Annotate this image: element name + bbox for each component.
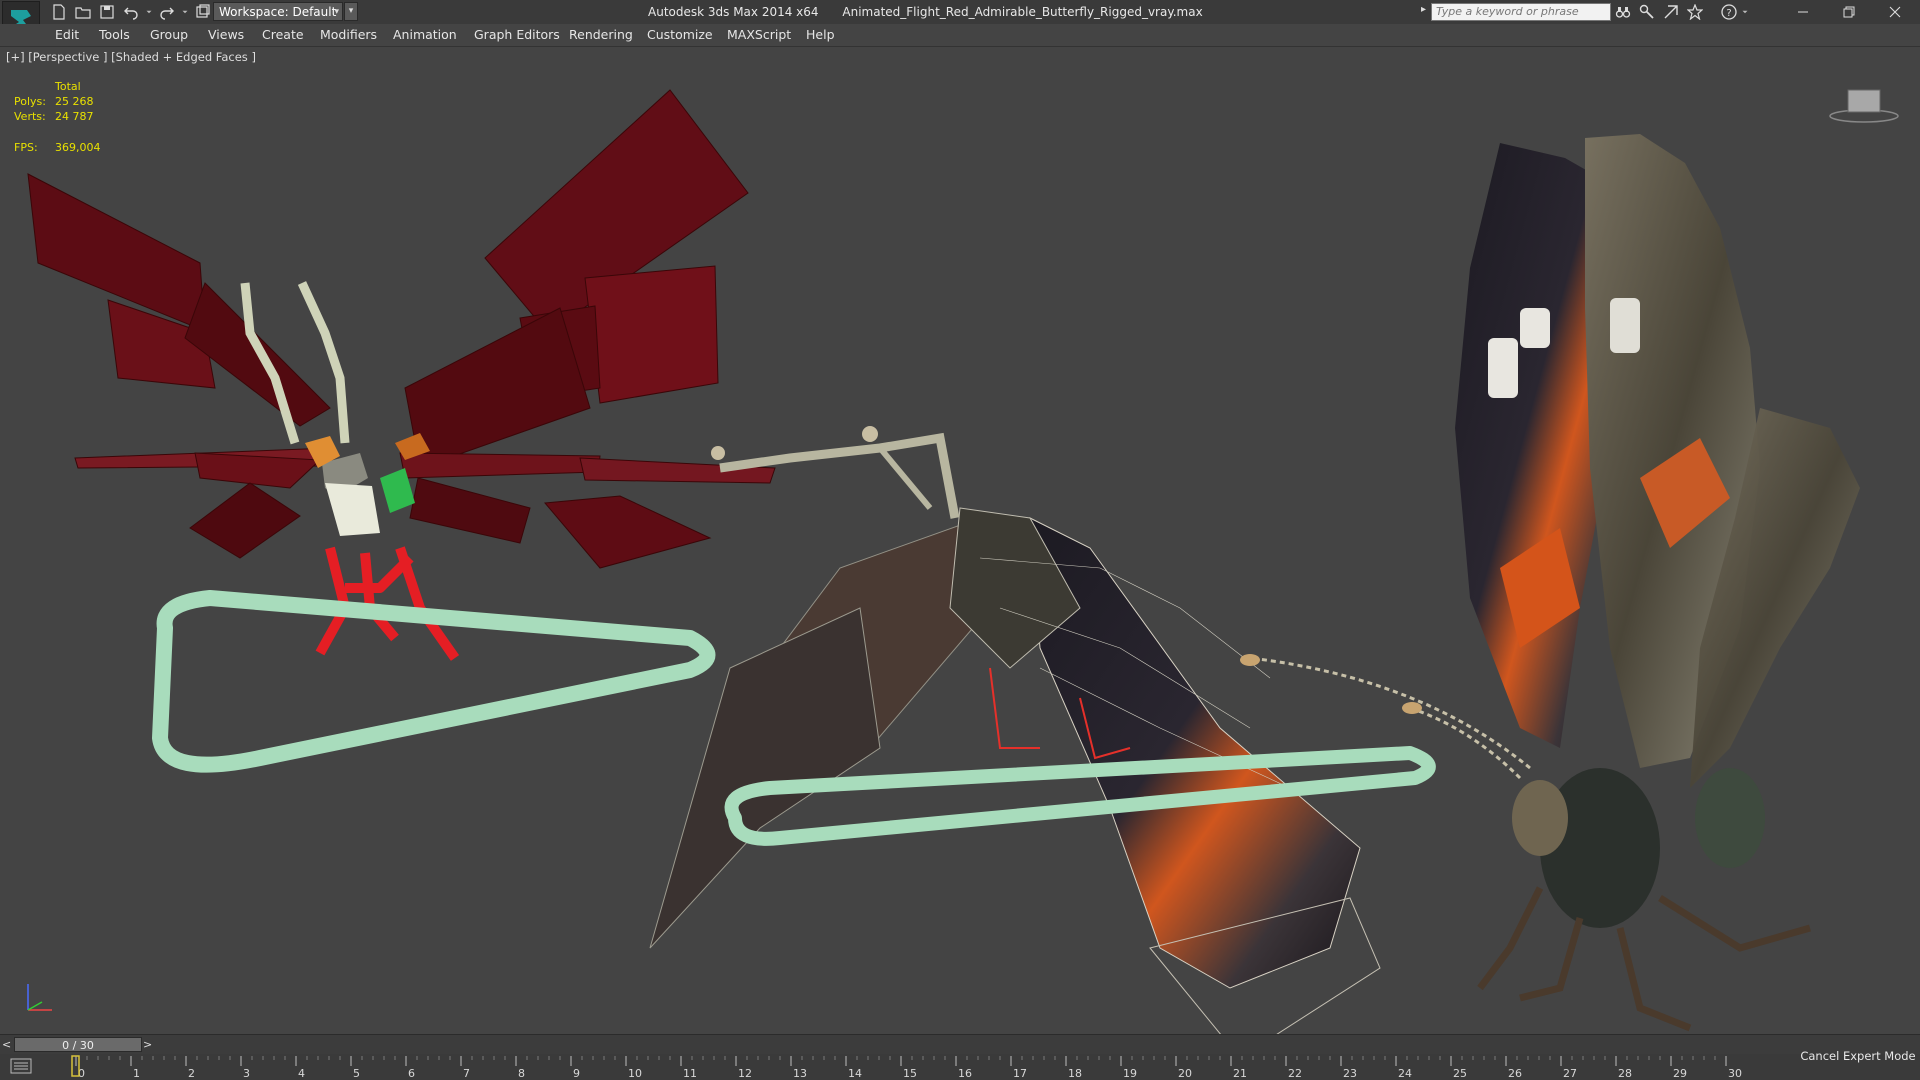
- viewport-label[interactable]: [+] [Perspective ] [Shaded + Edged Faces…: [6, 50, 256, 64]
- search-input[interactable]: Type a keyword or phrase: [1431, 3, 1611, 21]
- search-toggle-icon[interactable]: ▸: [1421, 4, 1426, 15]
- search-placeholder: Type a keyword or phrase: [1436, 5, 1579, 18]
- time-next-button[interactable]: >: [143, 1038, 152, 1051]
- menu-edit[interactable]: Edit: [55, 27, 79, 43]
- window-title: Autodesk 3ds Max 2014 x64 Animated_Fligh…: [560, 0, 1260, 24]
- track-tick-label: 18: [1068, 1067, 1082, 1080]
- viewcube-icon[interactable]: [1828, 86, 1900, 126]
- menu-modifiers[interactable]: Modifiers: [320, 27, 377, 43]
- project-folder-icon[interactable]: [192, 2, 214, 22]
- menu-customize[interactable]: Customize: [647, 27, 713, 43]
- menu-tools[interactable]: Tools: [99, 27, 130, 43]
- track-tick-label: 7: [463, 1067, 470, 1080]
- verts-label: Verts:: [14, 110, 46, 123]
- polys-label: Polys:: [14, 95, 46, 108]
- menu-views[interactable]: Views: [208, 27, 244, 43]
- time-slider-bar: < 0 / 30 >: [0, 1034, 1920, 1055]
- track-tick-label: 20: [1178, 1067, 1192, 1080]
- menu-rendering[interactable]: Rendering: [569, 27, 633, 43]
- binoculars-icon[interactable]: [1614, 3, 1632, 21]
- track-tick-label: 30: [1728, 1067, 1742, 1080]
- cancel-expert-mode-button[interactable]: Cancel Expert Mode: [1800, 1044, 1916, 1068]
- track-tick-label: 8: [518, 1067, 525, 1080]
- svg-text:?: ?: [1726, 8, 1731, 19]
- undo-icon[interactable]: [120, 2, 142, 22]
- track-tick-label: 9: [573, 1067, 580, 1080]
- app-title: Autodesk 3ds Max 2014 x64: [648, 5, 819, 19]
- track-tick-label: 5: [353, 1067, 360, 1080]
- favorite-star-icon[interactable]: [1686, 3, 1704, 21]
- chevron-down-icon: ▾: [334, 7, 339, 17]
- time-prev-button[interactable]: <: [2, 1038, 11, 1051]
- open-folder-icon[interactable]: [72, 2, 94, 22]
- time-slider-value: 0 / 30: [62, 1039, 94, 1052]
- track-tick-label: 16: [958, 1067, 972, 1080]
- track-tick-label: 17: [1013, 1067, 1027, 1080]
- exchange-icon[interactable]: [1662, 3, 1680, 21]
- close-icon[interactable]: [1872, 0, 1918, 24]
- wireframe-butterfly-model[interactable]: [649, 426, 1436, 1034]
- fps-label: FPS:: [14, 141, 38, 154]
- menu-create[interactable]: Create: [262, 27, 304, 43]
- track-tick-label: 11: [683, 1067, 697, 1080]
- track-tick-label: 28: [1618, 1067, 1632, 1080]
- track-tick-label: 21: [1233, 1067, 1247, 1080]
- track-tick-label: 4: [298, 1067, 305, 1080]
- menu-animation[interactable]: Animation: [393, 27, 457, 43]
- help-icon[interactable]: ?: [1720, 3, 1738, 21]
- track-tick-label: 13: [793, 1067, 807, 1080]
- verts-value: 24 787: [55, 110, 94, 123]
- menu-graph-editors[interactable]: Graph Editors: [474, 27, 560, 43]
- track-tick-label: 6: [408, 1067, 415, 1080]
- help-dropdown-icon[interactable]: [1740, 3, 1750, 21]
- quick-access-toolbar: [48, 2, 214, 22]
- redo-icon[interactable]: [156, 2, 178, 22]
- track-tick-label: 2: [188, 1067, 195, 1080]
- menu-bar: Edit Tools Group Views Create Modifiers …: [0, 24, 1920, 47]
- rig-butterfly-model[interactable]: [27, 89, 776, 773]
- track-tick-label: 15: [903, 1067, 917, 1080]
- app-window: Workspace: Default ▾ ▾ Autodesk 3ds Max …: [0, 0, 1920, 1080]
- viewport-scene: [27, 89, 1860, 1034]
- title-bar: Workspace: Default ▾ ▾ Autodesk 3ds Max …: [0, 0, 1920, 39]
- menu-group[interactable]: Group: [150, 27, 188, 43]
- workspace-label: Workspace: Default: [219, 5, 337, 19]
- track-tick-label: 12: [738, 1067, 752, 1080]
- workspace-dropdown[interactable]: Workspace: Default ▾: [213, 2, 343, 21]
- menu-help[interactable]: Help: [806, 27, 835, 43]
- track-tick-label: 22: [1288, 1067, 1302, 1080]
- track-tick-label: 29: [1673, 1067, 1687, 1080]
- fps-value: 369,004: [55, 141, 101, 154]
- perspective-viewport[interactable]: [+] [Perspective ] [Shaded + Edged Faces…: [0, 48, 1920, 1034]
- track-tick-label: 14: [848, 1067, 862, 1080]
- file-name: Animated_Flight_Red_Admirable_Butterfly_…: [842, 5, 1203, 19]
- track-tick-label: 26: [1508, 1067, 1522, 1080]
- track-ruler[interactable]: 0 1 2 3 4 5 6 7 8 9 10 11 12 13 14 15 16 17 18 19 20 21 22 23 24…: [40, 1054, 1820, 1080]
- track-tick-label: 19: [1123, 1067, 1137, 1080]
- minimize-icon[interactable]: [1780, 0, 1826, 24]
- save-icon[interactable]: [96, 2, 118, 22]
- track-tick-label: 3: [243, 1067, 250, 1080]
- menu-maxscript[interactable]: MAXScript: [727, 27, 791, 43]
- axis-tripod-icon: [27, 984, 52, 1011]
- track-bar[interactable]: 0 1 2 3 4 5 6 7 8 9 10 11 12 13 14 15 16 17 18 19 20 21 22 23 24…: [0, 1054, 1920, 1080]
- track-tick-label: 23: [1343, 1067, 1357, 1080]
- mini-curve-editor-icon[interactable]: [10, 1058, 32, 1074]
- track-tick-label: 27: [1563, 1067, 1577, 1080]
- key-search-icon[interactable]: [1638, 3, 1656, 21]
- restore-icon[interactable]: [1826, 0, 1872, 24]
- redo-dropdown-icon[interactable]: [180, 2, 190, 22]
- polys-value: 25 268: [55, 95, 94, 108]
- time-slider[interactable]: 0 / 30: [14, 1037, 142, 1052]
- track-tick-label: 25: [1453, 1067, 1467, 1080]
- track-tick-label: 10: [628, 1067, 642, 1080]
- stats-header: Total: [55, 80, 81, 93]
- track-tick-label: 1: [133, 1067, 140, 1080]
- track-tick-label: 24: [1398, 1067, 1412, 1080]
- workspace-menu-button[interactable]: ▾: [344, 2, 358, 21]
- new-file-icon[interactable]: [48, 2, 70, 22]
- undo-dropdown-icon[interactable]: [144, 2, 154, 22]
